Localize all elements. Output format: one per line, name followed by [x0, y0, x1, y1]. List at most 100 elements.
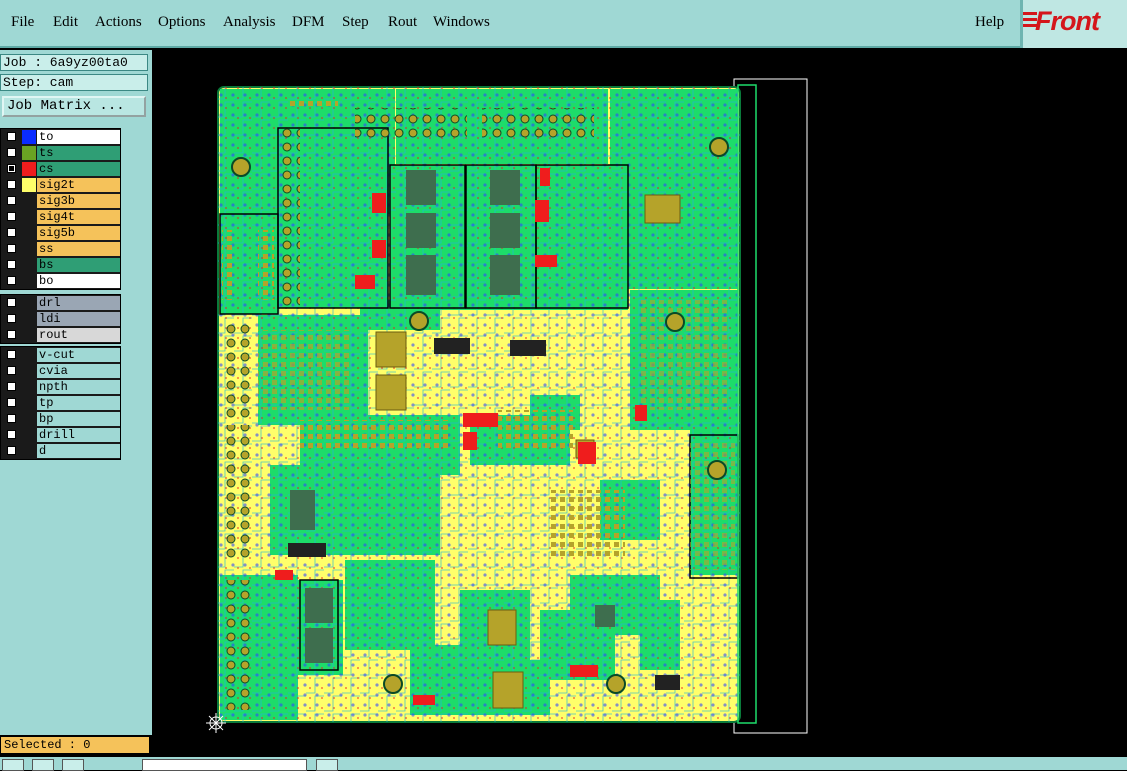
layer-color-swatch[interactable] — [22, 130, 36, 144]
bottom-toolbar — [0, 757, 1127, 771]
layer-checkbox[interactable] — [7, 430, 16, 439]
job-matrix-button[interactable]: Job Matrix ... — [2, 96, 146, 117]
layer-color-swatch[interactable] — [22, 162, 36, 176]
layer-color-swatch[interactable] — [22, 444, 36, 458]
layer-color-swatch[interactable] — [22, 146, 36, 160]
layer-checkbox[interactable] — [7, 260, 16, 269]
layer-name[interactable]: ts — [37, 146, 120, 160]
menu-dfm[interactable]: DFM — [292, 14, 325, 31]
layer-row-ldi[interactable]: ldi — [1, 311, 120, 327]
layer-color-swatch[interactable] — [22, 226, 36, 240]
layer-color-swatch[interactable] — [22, 296, 36, 310]
menu-analysis[interactable]: Analysis — [223, 14, 276, 31]
layer-color-swatch[interactable] — [22, 258, 36, 272]
layer-color-swatch[interactable] — [22, 380, 36, 394]
command-field[interactable] — [142, 759, 307, 771]
layer-row-cs[interactable]: cs — [1, 161, 120, 177]
layer-color-swatch[interactable] — [22, 274, 36, 288]
layer-checkbox[interactable] — [7, 446, 16, 455]
layer-name[interactable]: npth — [37, 380, 120, 394]
layer-row-sig3b[interactable]: sig3b — [1, 193, 120, 209]
layer-checkbox[interactable] — [7, 164, 16, 173]
layer-color-swatch[interactable] — [22, 364, 36, 378]
layer-row-sig5b[interactable]: sig5b — [1, 225, 120, 241]
layer-name[interactable]: bo — [37, 274, 120, 288]
menu-help[interactable]: Help — [975, 14, 1004, 31]
layer-checkbox[interactable] — [7, 366, 16, 375]
layer-name[interactable]: d — [37, 444, 120, 458]
layer-checkbox[interactable] — [7, 398, 16, 407]
layer-row-to[interactable]: to — [1, 129, 120, 145]
layer-checkbox[interactable] — [7, 414, 16, 423]
layer-row-v-cut[interactable]: v-cut — [1, 347, 120, 363]
layer-color-swatch[interactable] — [22, 348, 36, 362]
tool-button-3[interactable] — [62, 759, 84, 771]
pcb-view[interactable] — [152, 50, 1127, 755]
layer-color-swatch[interactable] — [22, 396, 36, 410]
layer-name[interactable]: v-cut — [37, 348, 120, 362]
layer-name[interactable]: drl — [37, 296, 120, 310]
layer-checkbox[interactable] — [7, 330, 16, 339]
layer-color-swatch[interactable] — [22, 178, 36, 192]
layer-row-ss[interactable]: ss — [1, 241, 120, 257]
menu-actions[interactable]: Actions — [95, 14, 142, 31]
layer-name[interactable]: ss — [37, 242, 120, 256]
layer-name[interactable]: to — [37, 130, 120, 144]
layer-checkbox[interactable] — [7, 212, 16, 221]
layer-name[interactable]: cvia — [37, 364, 120, 378]
menu-rout[interactable]: Rout — [388, 14, 417, 31]
layer-name[interactable]: rout — [37, 328, 120, 342]
layer-name[interactable]: sig2t — [37, 178, 120, 192]
layer-name[interactable]: sig5b — [37, 226, 120, 240]
layer-color-swatch[interactable] — [22, 312, 36, 326]
layer-row-npth[interactable]: npth — [1, 379, 120, 395]
layer-name[interactable]: drill — [37, 428, 120, 442]
layer-row-drill[interactable]: drill — [1, 427, 120, 443]
layer-row-bo[interactable]: bo — [1, 273, 120, 289]
layer-checkbox[interactable] — [7, 148, 16, 157]
layer-name[interactable]: cs — [37, 162, 120, 176]
layer-color-swatch[interactable] — [22, 194, 36, 208]
layer-name[interactable]: sig4t — [37, 210, 120, 224]
menu-options[interactable]: Options — [158, 14, 206, 31]
layer-name[interactable]: ldi — [37, 312, 120, 326]
layer-checkbox[interactable] — [7, 350, 16, 359]
layer-color-swatch[interactable] — [22, 210, 36, 224]
menu-edit[interactable]: Edit — [53, 14, 78, 31]
layer-row-sig2t[interactable]: sig2t — [1, 177, 120, 193]
layer-row-bs[interactable]: bs — [1, 257, 120, 273]
layer-name[interactable]: sig3b — [37, 194, 120, 208]
layer-row-ts[interactable]: ts — [1, 145, 120, 161]
layer-row-drl[interactable]: drl — [1, 295, 120, 311]
layer-row-tp[interactable]: tp — [1, 395, 120, 411]
layer-checkbox[interactable] — [7, 314, 16, 323]
layer-row-d[interactable]: d — [1, 443, 120, 459]
layer-checkbox[interactable] — [7, 132, 16, 141]
tool-button-2[interactable] — [32, 759, 54, 771]
layer-checkbox[interactable] — [7, 382, 16, 391]
layer-color-swatch[interactable] — [22, 428, 36, 442]
layer-color-swatch[interactable] — [22, 242, 36, 256]
layer-checkbox[interactable] — [7, 298, 16, 307]
layer-checkbox[interactable] — [7, 228, 16, 237]
layer-row-cvia[interactable]: cvia — [1, 363, 120, 379]
menu-windows[interactable]: Windows — [433, 14, 490, 31]
layer-name[interactable]: bs — [37, 258, 120, 272]
layer-row-rout[interactable]: rout — [1, 327, 120, 343]
layer-checkbox[interactable] — [7, 244, 16, 253]
layer-checkbox[interactable] — [7, 196, 16, 205]
bga-area — [550, 490, 625, 560]
tool-button-4[interactable] — [316, 759, 338, 771]
menu-step[interactable]: Step — [342, 14, 369, 31]
layer-color-swatch[interactable] — [22, 412, 36, 426]
layer-checkbox[interactable] — [7, 180, 16, 189]
tool-button-1[interactable] — [2, 759, 24, 771]
layer-name[interactable]: tp — [37, 396, 120, 410]
layer-row-bp[interactable]: bp — [1, 411, 120, 427]
layer-name[interactable]: bp — [37, 412, 120, 426]
layer-checkbox[interactable] — [7, 276, 16, 285]
layer-color-swatch[interactable] — [22, 328, 36, 342]
graphic-canvas[interactable] — [152, 50, 1127, 755]
menu-file[interactable]: File — [11, 14, 34, 31]
layer-row-sig4t[interactable]: sig4t — [1, 209, 120, 225]
